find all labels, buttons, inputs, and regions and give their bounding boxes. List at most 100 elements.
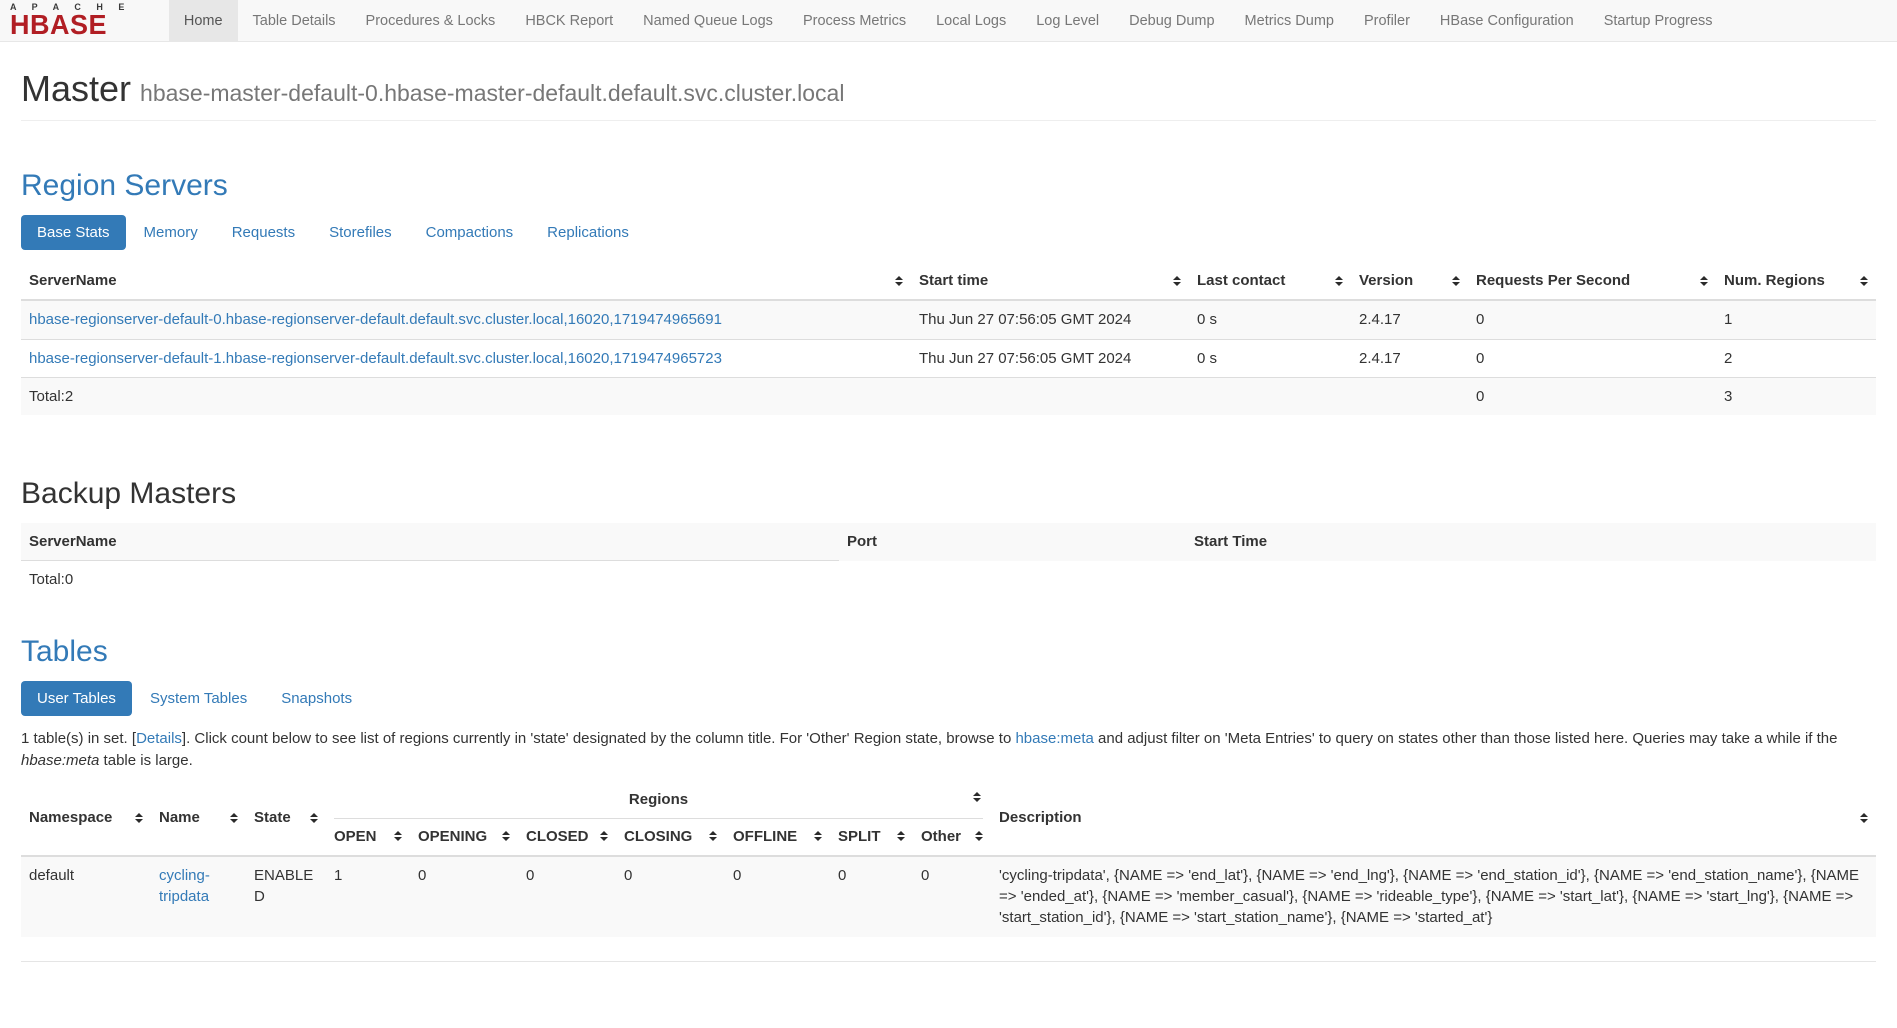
cell-description: 'cycling-tripdata', {NAME => 'end_lat'},… [991,856,1876,937]
table-row: hbase-regionserver-default-0.hbase-regio… [21,300,1876,339]
sort-icon[interactable] [814,831,822,841]
nav-item-startup-progress[interactable]: Startup Progress [1589,0,1728,41]
sort-icon[interactable] [600,831,608,841]
sort-icon[interactable] [394,831,402,841]
nav-item-named-queue-logs[interactable]: Named Queue Logs [628,0,788,41]
tab-user-tables[interactable]: User Tables [21,681,132,716]
total-row: Total:0 [21,561,1876,599]
total-row: Total:2 0 3 [21,377,1876,415]
tab-storefiles[interactable]: Storefiles [313,215,408,250]
sort-icon[interactable] [1452,276,1460,286]
col-port: Port [839,523,1186,561]
col-servername: ServerName [21,262,911,300]
cell-version: 2.4.17 [1351,300,1468,339]
page-bottom-divider [21,961,1876,962]
sort-icon[interactable] [1860,276,1868,286]
cell-rps: 0 [1468,339,1716,377]
sort-icon[interactable] [1700,276,1708,286]
sort-icon[interactable] [895,276,903,286]
nav-item-log-level[interactable]: Log Level [1021,0,1114,41]
cell-start-time: Thu Jun 27 07:56:05 GMT 2024 [911,300,1189,339]
sort-icon[interactable] [502,831,510,841]
tab-memory[interactable]: Memory [128,215,214,250]
page-title: Master [21,68,131,109]
nav-item-home[interactable]: Home [169,0,238,41]
regionserver-link[interactable]: hbase-regionserver-default-1.hbase-regio… [29,350,722,367]
open-count-link[interactable]: 1 [334,867,342,884]
cell-last-contact: 0 s [1189,300,1351,339]
nav-item-profiler[interactable]: Profiler [1349,0,1425,41]
total-label: Total:0 [21,561,839,599]
col-description: Description [991,781,1876,856]
nav-item-hbck-report[interactable]: HBCK Report [510,0,628,41]
region-servers-tabs: Base Stats Memory Requests Storefiles Co… [21,215,1876,250]
cell-start-time: Thu Jun 27 07:56:05 GMT 2024 [911,339,1189,377]
sort-icon[interactable] [709,831,717,841]
logo-hbase-text: HBASE [10,13,131,39]
nav-item-local-logs[interactable]: Local Logs [921,0,1021,41]
tab-snapshots[interactable]: Snapshots [265,681,368,716]
table-row: hbase-regionserver-default-1.hbase-regio… [21,339,1876,377]
sort-icon[interactable] [135,813,143,823]
sort-icon[interactable] [1335,276,1343,286]
col-closing: CLOSING [616,819,725,856]
backup-masters-header-row: ServerName Port Start Time [21,523,1876,561]
nav-item-metrics-dump[interactable]: Metrics Dump [1230,0,1349,41]
sort-icon[interactable] [973,792,981,802]
closed-count-link[interactable]: 0 [526,867,534,884]
region-servers-table: ServerName Start time Last contact Versi… [21,262,1876,415]
sort-icon[interactable] [1173,276,1181,286]
closing-count-link[interactable]: 0 [624,867,632,884]
hbase-logo[interactable]: A P A C H E HBASE [0,0,141,41]
col-state: State [246,781,326,856]
nav-item-procedures-locks[interactable]: Procedures & Locks [351,0,511,41]
col-opening: OPENING [410,819,518,856]
col-name: Name [151,781,246,856]
col-servername: ServerName [21,523,839,561]
tab-replications[interactable]: Replications [531,215,645,250]
tab-requests[interactable]: Requests [216,215,311,250]
sort-icon[interactable] [975,831,983,841]
cell-state: ENABLED [246,856,326,937]
sort-icon[interactable] [897,831,905,841]
col-group-regions: Regions [326,781,991,818]
page-header: Masterhbase-master-default-0.hbase-maste… [21,68,1876,121]
top-navbar: A P A C H E HBASE Home Table Details Pro… [0,0,1897,42]
col-start-time: Start Time [1186,523,1876,561]
offline-count-link[interactable]: 0 [733,867,741,884]
tables-tabs: User Tables System Tables Snapshots [21,681,1876,716]
table-row: default cycling-tripdata ENABLED 1 0 0 0… [21,856,1876,937]
nav-menu: Home Table Details Procedures & Locks HB… [169,0,1728,41]
backup-masters-heading: Backup Masters [21,477,1876,511]
sort-icon[interactable] [310,813,318,823]
cell-num-regions: 1 [1716,300,1876,339]
nav-item-hbase-configuration[interactable]: HBase Configuration [1425,0,1589,41]
cell-version: 2.4.17 [1351,339,1468,377]
col-offline: OFFLINE [725,819,830,856]
sort-icon[interactable] [230,813,238,823]
details-link[interactable]: Details [136,730,182,747]
opening-count-link[interactable]: 0 [418,867,426,884]
col-num-regions: Num. Regions [1716,262,1876,300]
split-count-link[interactable]: 0 [838,867,846,884]
col-namespace: Namespace [21,781,151,856]
tab-system-tables[interactable]: System Tables [134,681,263,716]
other-count-link[interactable]: 0 [921,867,929,884]
tables-heading: Tables [21,635,1876,669]
backup-masters-table: ServerName Port Start Time Total:0 [21,523,1876,599]
hbase-meta-link[interactable]: hbase:meta [1015,730,1093,747]
col-split: SPLIT [830,819,913,856]
cell-namespace: default [21,856,151,937]
nav-item-table-details[interactable]: Table Details [238,0,351,41]
total-num-regions: 3 [1716,377,1876,415]
col-open: OPEN [326,819,410,856]
regionserver-link[interactable]: hbase-regionserver-default-0.hbase-regio… [29,311,722,328]
tab-base-stats[interactable]: Base Stats [21,215,126,250]
tab-compactions[interactable]: Compactions [410,215,530,250]
total-label: Total:2 [21,377,911,415]
nav-item-process-metrics[interactable]: Process Metrics [788,0,921,41]
hbase-meta-italic: hbase:meta [21,752,99,769]
nav-item-debug-dump[interactable]: Debug Dump [1114,0,1229,41]
table-name-link[interactable]: cycling-tripdata [159,867,210,905]
sort-icon[interactable] [1860,813,1868,823]
